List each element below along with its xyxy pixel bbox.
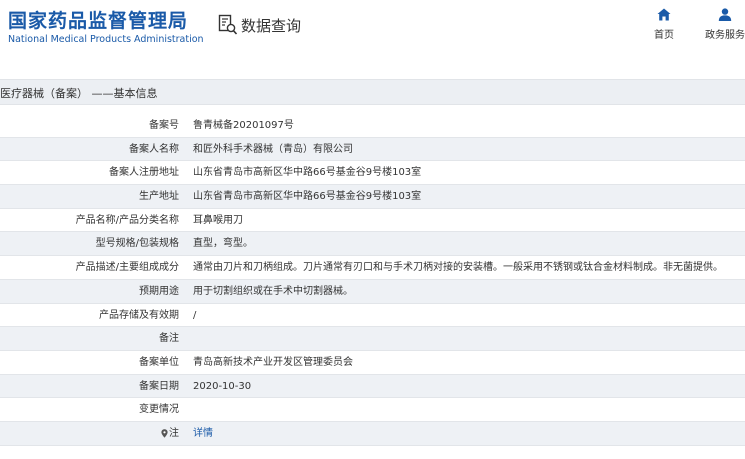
row-label: 备案人注册地址	[109, 167, 179, 179]
row-label: 产品存储及有效期	[99, 309, 179, 321]
section-title: 医疗器械（备案） ——基本信息	[0, 87, 158, 100]
table-row-note: 注 详情	[0, 421, 745, 446]
table-row-filing-unit: 备案单位 青岛高新技术产业开发区管理委员会	[0, 350, 745, 375]
row-value: 鲁青械备20201097号	[193, 120, 294, 131]
table-row-registered-address: 备案人注册地址 山东省青岛市高新区华中路66号基金谷9号楼103室	[0, 161, 745, 186]
row-value: 山东省青岛市高新区华中路66号基金谷9号楼103室	[193, 191, 422, 203]
user-icon	[718, 8, 732, 21]
table-row-storage-validity: 产品存储及有效期 /	[0, 303, 745, 328]
row-value	[183, 398, 745, 421]
site-logo-english[interactable]: National Medical Products Administration	[8, 34, 204, 45]
home-icon	[657, 8, 671, 21]
row-value: 耳鼻喉用刀	[193, 214, 243, 226]
row-value: /	[193, 309, 197, 321]
row-label: 备注	[159, 333, 179, 345]
row-label: 备案号	[149, 120, 179, 131]
table-row-model-spec: 型号规格/包装规格 直型，弯型。	[0, 232, 745, 257]
row-value: 通常由刀片和刀柄组成。刀片通常有刃口和与手术刀柄对接的安装槽。一般采用不锈钢或钛…	[193, 262, 723, 274]
data-query-title: 数据查询	[218, 12, 301, 38]
table-row-intended-use: 预期用途 用于切割组织或在手术中切割器械。	[0, 279, 745, 304]
row-value: 山东省青岛市高新区华中路66号基金谷9号楼103室	[193, 167, 422, 179]
row-value	[183, 327, 745, 350]
table-row-record-number: 备案号 鲁青械备20201097号	[0, 114, 745, 138]
nav-government-services-label: 政务服务	[705, 30, 745, 41]
table-row-change-status: 变更情况	[0, 398, 745, 422]
row-label: 生产地址	[139, 191, 179, 203]
row-label: 预期用途	[139, 285, 179, 297]
row-label: 产品描述/主要组成成分	[75, 262, 179, 274]
row-value: 直型，弯型。	[193, 238, 253, 250]
row-label: 备案日期	[139, 380, 179, 392]
section-header: 医疗器械（备案） ——基本信息	[0, 79, 745, 105]
location-pin-icon	[161, 429, 168, 438]
data-query-label: 数据查询	[241, 16, 302, 35]
row-value: 和匠外科手术器械（青岛）有限公司	[193, 143, 353, 155]
table-row-product-name: 产品名称/产品分类名称 耳鼻喉用刀	[0, 208, 745, 233]
row-value: 用于切割组织或在手术中切割器械。	[193, 285, 353, 297]
row-label: 变更情况	[139, 404, 179, 416]
details-link[interactable]: 详情	[183, 422, 745, 445]
table-row-filing-date: 备案日期 2020-10-30	[0, 374, 745, 399]
row-label-note: 注	[0, 422, 183, 445]
row-value: 青岛高新技术产业开发区管理委员会	[193, 356, 353, 368]
nav-home-label: 首页	[654, 30, 674, 41]
site-logo-chinese[interactable]: 国家药品监督管理局	[8, 6, 188, 33]
nav-home[interactable]: 首页	[639, 8, 689, 41]
row-label: 产品名称/产品分类名称	[75, 214, 179, 226]
nav-government-services[interactable]: 政务服务	[700, 8, 745, 41]
row-label: 备案人名称	[129, 143, 179, 155]
table-row-product-description: 产品描述/主要组成成分 通常由刀片和刀柄组成。刀片通常有刃口和与手术刀柄对接的安…	[0, 256, 745, 280]
table-row-remarks: 备注	[0, 327, 745, 351]
site-header: 国家药品监督管理局 National Medical Products Admi…	[0, 0, 745, 62]
note-label-text: 注	[169, 427, 179, 439]
table-row-production-address: 生产地址 山东省青岛市高新区华中路66号基金谷9号楼103室	[0, 185, 745, 209]
table-row-filer-name: 备案人名称 和匠外科手术器械（青岛）有限公司	[0, 137, 745, 162]
row-label: 备案单位	[139, 356, 179, 368]
document-search-icon	[218, 14, 238, 35]
device-info-table: 备案号 鲁青械备20201097号 备案人名称 和匠外科手术器械（青岛）有限公司…	[0, 114, 745, 446]
row-label: 型号规格/包装规格	[95, 238, 179, 250]
row-value: 2020-10-30	[193, 380, 252, 392]
